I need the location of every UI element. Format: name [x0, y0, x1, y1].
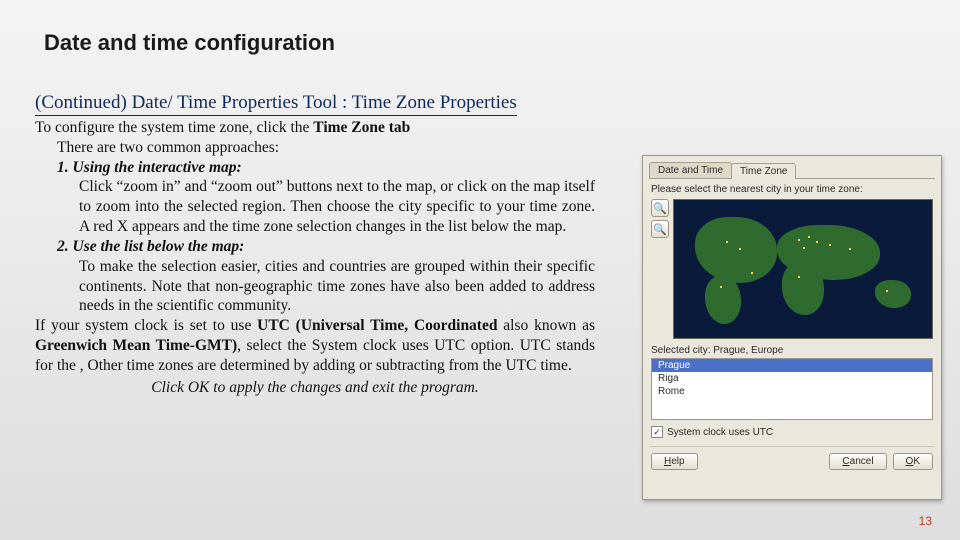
- intro-line: To configure the system time zone, click…: [35, 118, 595, 138]
- method1-text: Click “zoom in” and “zoom out” buttons n…: [35, 177, 595, 236]
- utc-c: also known as: [497, 317, 595, 334]
- utc-checkbox-label: System clock uses UTC: [667, 427, 773, 438]
- page-number: 13: [919, 514, 932, 528]
- intro-b: Time Zone tab: [313, 119, 410, 136]
- ok-button[interactable]: OK: [893, 453, 933, 470]
- checkbox-icon[interactable]: ✓: [651, 426, 663, 438]
- approaches-line: There are two common approaches:: [35, 138, 595, 158]
- ok-r: K: [913, 456, 920, 467]
- timezone-dialog: Date and Time Time Zone Please select th…: [642, 155, 942, 500]
- cancel-r: ancel: [850, 456, 874, 467]
- utc-paragraph: If your system clock is set to use UTC (…: [35, 316, 595, 375]
- zoom-in-icon: 🔍: [653, 202, 667, 215]
- dialog-hint: Please select the nearest city in your t…: [643, 179, 941, 199]
- utc-b: UTC (Universal Time, Coordinated: [257, 317, 497, 334]
- body-text: To configure the system time zone, click…: [35, 118, 595, 398]
- tab-date-and-time[interactable]: Date and Time: [649, 162, 732, 178]
- map-zoom-controls: 🔍 🔍: [651, 199, 669, 339]
- list-item[interactable]: Rome: [652, 385, 932, 398]
- utc-checkbox-row[interactable]: ✓ System clock uses UTC: [643, 420, 941, 444]
- closing-line: Click OK to apply the changes and exit t…: [35, 378, 595, 398]
- selected-city-label: Selected city: Prague, Europe: [643, 339, 941, 358]
- list-item[interactable]: Prague: [652, 359, 932, 372]
- zoom-out-icon: 🔍: [653, 223, 667, 236]
- help-button[interactable]: Help: [651, 453, 698, 470]
- city-listbox[interactable]: Prague Riga Rome: [651, 358, 933, 420]
- list-item[interactable]: Riga: [652, 372, 932, 385]
- utc-d: Greenwich Mean Time-GMT): [35, 337, 237, 354]
- page-title: Date and time configuration: [44, 30, 335, 56]
- cancel-u: C: [842, 456, 849, 467]
- intro-a: To configure the system time zone, click…: [35, 119, 313, 136]
- zoom-out-button[interactable]: 🔍: [651, 220, 669, 238]
- method1-heading: 1. Using the interactive map:: [35, 158, 595, 178]
- world-map[interactable]: [673, 199, 933, 339]
- section-subtitle: (Continued) Date/ Time Properties Tool :…: [35, 92, 517, 116]
- method2-heading: 2. Use the list below the map:: [35, 237, 595, 257]
- zoom-in-button[interactable]: 🔍: [651, 199, 669, 217]
- cancel-button[interactable]: Cancel: [829, 453, 886, 470]
- help-r: elp: [671, 456, 684, 467]
- tab-strip: Date and Time Time Zone: [643, 156, 941, 178]
- tab-time-zone[interactable]: Time Zone: [731, 163, 796, 179]
- utc-a: If your system clock is set to use: [35, 317, 257, 334]
- method2-text: To make the selection easier, cities and…: [35, 257, 595, 316]
